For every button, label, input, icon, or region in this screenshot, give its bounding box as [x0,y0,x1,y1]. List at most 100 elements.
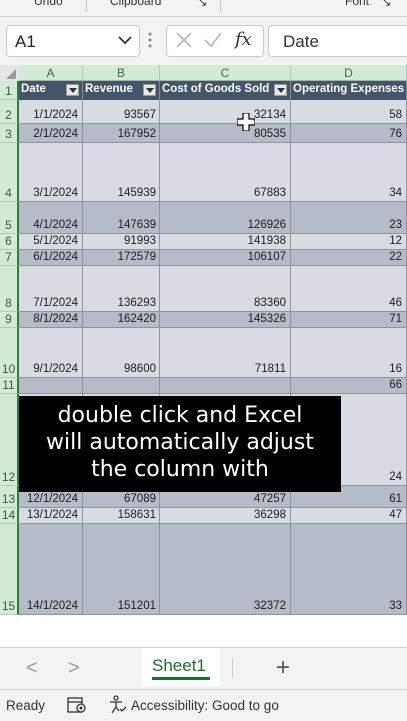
row-header[interactable]: 7 [0,250,19,266]
cell-opex[interactable]: 12 [291,234,407,249]
cell-revenue[interactable]: 93567 [83,100,160,123]
cell-opex[interactable]: 58 [291,100,407,123]
cell-cogs[interactable]: 83360 [160,266,291,311]
tab-sheet1-label: Sheet1 [152,656,206,675]
column-header-d[interactable]: D [291,65,407,81]
cell-cogs[interactable]: 32372 [160,524,291,614]
column-header-b[interactable]: B [83,65,160,81]
row-header[interactable]: 3 [0,124,19,143]
cell-cogs[interactable]: 126926 [160,202,291,233]
cell-revenue[interactable]: 158631 [83,508,160,523]
cell-cogs[interactable]: 32134 [160,100,291,123]
ribbon-strip: Undo Clipboard ↘ Font ↘ [0,0,407,17]
cell-cogs[interactable]: 36298 [160,508,291,523]
cell-opex[interactable]: 66 [291,378,407,393]
cell-date[interactable]: 1/1/2024 [19,100,83,123]
cell-cogs[interactable]: 80535 [160,124,291,142]
table-row: 66 [19,378,407,394]
cell-date[interactable]: 14/1/2024 [19,524,83,614]
formula-input[interactable]: Date [268,25,407,57]
cell-date[interactable]: 7/1/2024 [19,266,83,311]
caption-line: will automatically adjust [46,430,314,455]
cell-revenue[interactable]: 151201 [83,524,160,614]
filter-dropdown-icon[interactable] [274,84,287,96]
cell-revenue[interactable]: 167952 [83,124,160,142]
select-all-corner[interactable] [0,65,20,82]
cell-date[interactable]: 2/1/2024 [19,124,83,142]
undo-group-label[interactable]: Undo [34,0,63,8]
row-header[interactable]: 11 [0,378,19,394]
cell-opex[interactable]: 16 [291,328,407,377]
cell-revenue[interactable]: 98600 [83,328,160,377]
tab-sheet1[interactable]: Sheet1 [142,648,220,686]
check-icon[interactable] [203,31,223,49]
dialog-launcher-icon[interactable]: ↘ [198,0,207,9]
row-header[interactable]: 4 [0,143,19,202]
cell-revenue[interactable]: 172579 [83,250,160,265]
cell-date[interactable]: 6/1/2024 [19,250,83,265]
table-header-operating-expenses[interactable]: Operating Expenses [291,81,407,100]
chevron-down-icon[interactable] [117,32,133,48]
cell-date[interactable]: 8/1/2024 [19,312,83,327]
row-header[interactable]: 10 [0,328,19,378]
row-header[interactable]: 15 [0,524,19,615]
cell-date[interactable]: 5/1/2024 [19,234,83,249]
filter-dropdown-icon[interactable] [143,84,156,96]
accessibility-icon[interactable] [108,695,128,715]
cell-date[interactable]: 4/1/2024 [19,202,83,233]
cell-cogs[interactable]: 106107 [160,250,291,265]
row-header[interactable]: 14 [0,508,19,524]
table-header-revenue[interactable]: Revenue [83,81,160,100]
add-sheet-button[interactable]: + [276,654,290,682]
cell-revenue[interactable]: 145939 [83,143,160,201]
insert-function-button[interactable]: fx [235,29,252,50]
cell-date[interactable]: 13/1/2024 [19,508,83,523]
row-header[interactable]: 8 [0,266,19,312]
cell-date[interactable]: 3/1/2024 [19,143,83,201]
cell-revenue[interactable]: 136293 [83,266,160,311]
cell-opex[interactable]: 23 [291,202,407,233]
row-header[interactable]: 2 [0,100,19,124]
cell-revenue[interactable]: 162420 [83,312,160,327]
cursor-cross-icon [237,113,255,131]
cell-cogs[interactable]: 145326 [160,312,291,327]
cell-date[interactable] [19,378,83,393]
cell-opex[interactable]: 71 [291,312,407,327]
table-header-date[interactable]: Date [19,81,83,100]
row-header[interactable]: 6 [0,234,19,250]
column-header-a[interactable]: A [19,65,83,81]
cell-opex[interactable]: 22 [291,250,407,265]
cell-cogs[interactable]: 71811 [160,328,291,377]
accessibility-status[interactable]: Accessibility: Good to go [131,698,279,713]
cell-opex[interactable]: 46 [291,266,407,311]
close-icon[interactable] [175,31,193,49]
row-header[interactable]: 9 [0,312,19,328]
table-header-cogs[interactable]: Cost of Goods Sold [160,81,291,100]
next-sheet-icon[interactable]: > [68,657,80,680]
clipboard-group-label[interactable]: Clipboard [110,0,161,8]
cell-date[interactable]: 9/1/2024 [19,328,83,377]
row-header-1[interactable]: 1 [0,81,19,100]
prev-sheet-icon[interactable]: < [26,657,38,680]
more-options-icon[interactable] [148,31,152,49]
worksheet-grid[interactable]: A B C D 1 Date Revenue Cost of Goods Sol… [0,65,407,647]
cell-cogs[interactable] [160,378,291,393]
macro-recording-icon[interactable] [67,696,87,714]
cell-cogs[interactable]: 141938 [160,234,291,249]
column-header-c[interactable]: C [160,65,291,81]
cell-revenue[interactable]: 91993 [83,234,160,249]
row-header[interactable]: 13 [0,486,19,508]
name-box[interactable]: A1 [6,25,140,57]
row-header[interactable]: 12 [0,394,19,486]
cell-revenue[interactable] [83,378,160,393]
cell-opex[interactable]: 47 [291,508,407,523]
row-header[interactable]: 5 [0,202,19,234]
filter-dropdown-icon[interactable] [66,84,79,96]
cell-opex[interactable]: 76 [291,124,407,142]
cell-cogs[interactable]: 67883 [160,143,291,201]
cell-opex[interactable]: 34 [291,143,407,201]
cell-revenue[interactable]: 147639 [83,202,160,233]
font-group-label[interactable]: Font [345,0,369,8]
font-dialog-launcher-icon[interactable]: ↘ [382,0,391,9]
cell-opex[interactable]: 33 [291,524,407,614]
